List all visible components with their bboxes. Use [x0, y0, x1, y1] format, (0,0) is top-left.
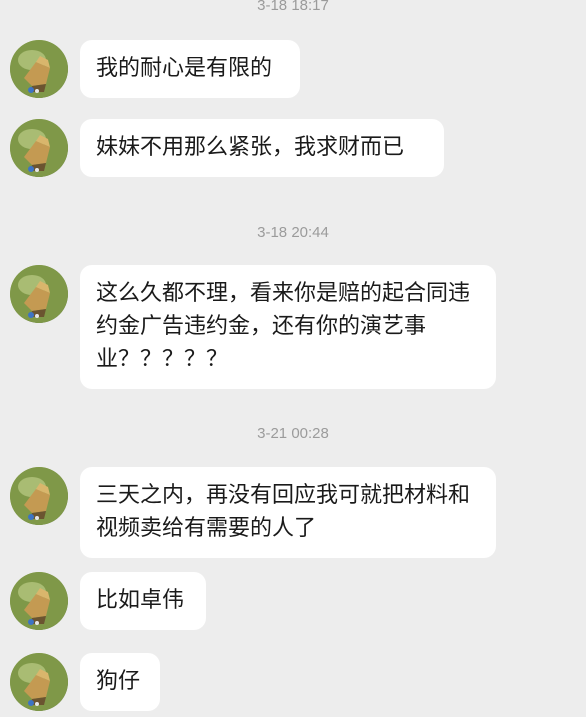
timestamp-1: 3-18 20:44 [257, 224, 329, 241]
avatar[interactable] [10, 572, 68, 630]
timestamp-0: 3-18 18:17 [257, 0, 329, 14]
avatar[interactable] [10, 265, 68, 323]
chat-thread: 3-18 18:17 我的耐心是有限的 妹妹不用那么紧张，我求财而已 3-18 … [0, 0, 586, 717]
avatar[interactable] [10, 467, 68, 525]
game-character-avatar-icon [10, 265, 68, 323]
avatar[interactable] [10, 653, 68, 711]
message-bubble[interactable]: 三天之内，再没有回应我可就把材料和视频卖给有需要的人了 [80, 467, 496, 558]
avatar[interactable] [10, 119, 68, 177]
game-character-avatar-icon [10, 40, 68, 98]
game-character-avatar-icon [10, 653, 68, 711]
message-bubble[interactable]: 比如卓伟 [80, 572, 206, 630]
message-bubble[interactable]: 这么久都不理，看来你是赔的起合同违约金广告违约金，还有你的演艺事业？？？？？ [80, 265, 496, 389]
timestamp-2: 3-21 00:28 [257, 425, 329, 442]
game-character-avatar-icon [10, 572, 68, 630]
game-character-avatar-icon [10, 119, 68, 177]
message-bubble[interactable]: 我的耐心是有限的 [80, 40, 300, 98]
avatar[interactable] [10, 40, 68, 98]
message-bubble[interactable]: 妹妹不用那么紧张，我求财而已 [80, 119, 444, 177]
message-bubble[interactable]: 狗仔 [80, 653, 160, 711]
game-character-avatar-icon [10, 467, 68, 525]
